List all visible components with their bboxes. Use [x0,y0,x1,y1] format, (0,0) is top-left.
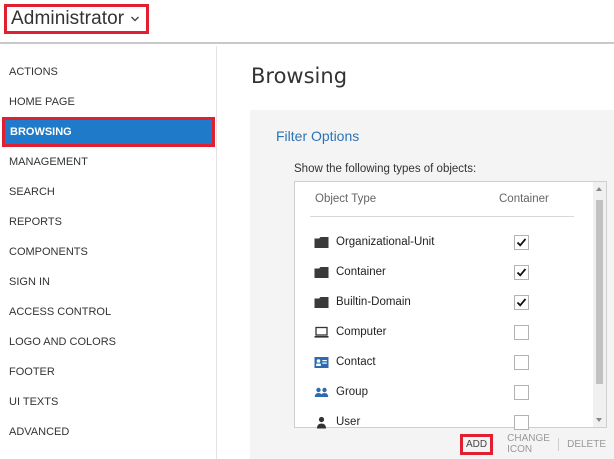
object-type-label: Contact [336,356,376,368]
column-header-container: Container [499,193,549,205]
change-icon-button[interactable]: CHANGE ICON [499,433,558,455]
sidebar-item-label: UI TEXTS [9,396,59,408]
object-type-label: Organizational-Unit [336,236,435,248]
container-checkbox[interactable] [514,235,529,250]
container-checkbox[interactable] [514,295,529,310]
container-checkbox[interactable] [514,265,529,280]
list-item[interactable]: Organizational-Unit [295,228,591,258]
header-divider [310,216,574,217]
top-bar: Administrator [0,0,614,44]
list-item[interactable]: Container [295,258,591,288]
sidebar-item-label: LOGO AND COLORS [9,336,116,348]
add-button[interactable]: ADD [460,433,494,455]
list-scrollbar[interactable] [593,182,606,427]
contact-card-icon [314,357,329,368]
list-item[interactable]: Builtin-Domain [295,288,591,318]
sidebar-item-browsing[interactable]: BROWSING [2,117,215,147]
object-types-list[interactable]: Object Type Container Organizational-Uni… [294,181,607,430]
administrator-label: Administrator [11,8,125,29]
main-content: Browsing Filter Options Show the followi… [217,46,614,459]
sidebar: ACTIONS HOME PAGE BROWSING MANAGEMENT SE… [0,46,217,459]
checkmark-icon [516,268,527,277]
folder-icon [314,267,329,278]
panel-title: Filter Options [276,128,360,144]
object-type-label: Builtin-Domain [336,296,411,308]
sidebar-item-label: SIGN IN [9,276,50,288]
sidebar-item-label: SEARCH [9,186,55,198]
sidebar-item-actions[interactable]: ACTIONS [0,57,217,87]
user-icon [317,416,326,429]
scroll-up-icon[interactable] [596,187,602,191]
sidebar-item-label: HOME PAGE [9,96,75,108]
computer-icon [314,326,329,338]
sidebar-item-footer[interactable]: FOOTER [0,357,217,387]
sidebar-item-label: BROWSING [10,126,72,138]
column-header-object-type: Object Type [315,193,377,205]
container-checkbox[interactable] [514,325,529,340]
sidebar-item-label: FOOTER [9,366,55,378]
list-item[interactable]: Group [295,378,591,408]
container-checkbox[interactable] [514,385,529,400]
sidebar-item-home-page[interactable]: HOME PAGE [0,87,217,117]
object-type-label: Group [336,386,368,398]
scrollbar-thumb[interactable] [596,200,603,384]
sidebar-item-management[interactable]: MANAGEMENT [0,147,217,177]
sidebar-item-label: ACTIONS [9,66,58,78]
delete-button[interactable]: DELETE [559,439,614,450]
filter-options-panel: Filter Options Show the following types … [250,110,614,459]
container-checkbox[interactable] [514,415,529,430]
sidebar-item-search[interactable]: SEARCH [0,177,217,207]
sidebar-item-access-control[interactable]: ACCESS CONTROL [0,297,217,327]
container-checkbox[interactable] [514,355,529,370]
sidebar-item-label: COMPONENTS [9,246,88,258]
sidebar-item-logo-and-colors[interactable]: LOGO AND COLORS [0,327,217,357]
checkmark-icon [516,298,527,307]
sidebar-item-label: MANAGEMENT [9,156,88,168]
object-type-label: User [336,416,361,428]
folder-icon [314,297,329,308]
object-type-label: Container [336,266,386,278]
folder-icon [314,237,329,248]
group-icon [314,387,329,397]
list-actions: ADD CHANGE ICON DELETE [460,432,614,456]
sidebar-item-reports[interactable]: REPORTS [0,207,217,237]
sidebar-item-components[interactable]: COMPONENTS [0,237,217,267]
sidebar-item-label: REPORTS [9,216,62,228]
show-objects-label: Show the following types of objects: [294,163,477,175]
list-item[interactable]: Computer [295,318,591,348]
page-title: Browsing [251,64,348,88]
checkmark-icon [516,238,527,247]
chevron-down-icon [131,16,140,22]
sidebar-item-label: ACCESS CONTROL [9,306,112,318]
sidebar-item-sign-in[interactable]: SIGN IN [0,267,217,297]
object-type-label: Computer [336,326,387,338]
list-item[interactable]: Contact [295,348,591,378]
sidebar-item-label: ADVANCED [9,426,70,438]
sidebar-item-ui-texts[interactable]: UI TEXTS [0,387,217,417]
scroll-down-icon[interactable] [596,418,602,422]
sidebar-item-advanced[interactable]: ADVANCED [0,417,217,447]
administrator-dropdown[interactable]: Administrator [4,4,150,34]
